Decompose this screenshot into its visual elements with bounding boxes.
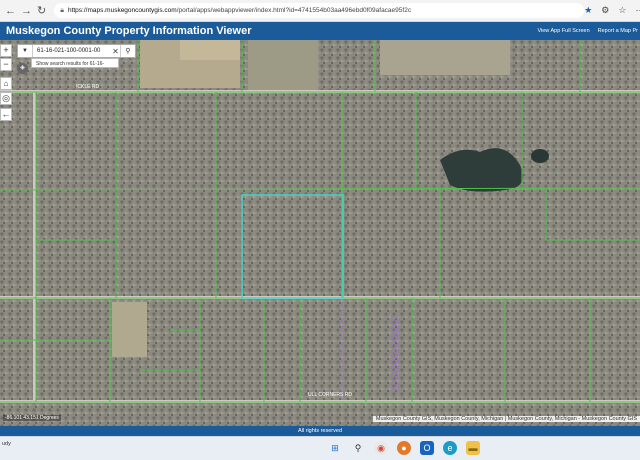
back-icon[interactable]: ← (5, 5, 16, 17)
back-extent-button[interactable]: ← (0, 108, 12, 121)
coordinate-readout: -86.101 43.151 Degrees (3, 415, 61, 421)
view-full-screen-link[interactable]: View App Full Screen (537, 28, 589, 34)
lock-icon[interactable]: 🔒︎ (60, 7, 64, 15)
file-explorer-icon[interactable]: ▬ (466, 441, 480, 455)
aerial-imagery (0, 40, 640, 426)
home-button[interactable]: ⌂ (0, 77, 12, 90)
weather-widget[interactable]: udy (2, 441, 11, 448)
road-label-south: ULL CORNERS RD (308, 392, 352, 398)
chrome-icon[interactable]: ◉ (374, 441, 388, 455)
extensions-icon[interactable]: ⚙ (601, 5, 609, 16)
field-clearing (112, 302, 147, 357)
reload-icon[interactable]: ↻ (37, 5, 46, 17)
report-map-problem-link[interactable]: Report a Map Pr (598, 28, 638, 34)
favorites-icon[interactable]: ☆ (618, 5, 626, 16)
url-host: https://maps.muskegoncountygis.com (67, 7, 177, 14)
map-view[interactable]: ICKLE RD ULL CORNERS RD (0, 40, 640, 426)
hatched-parcel (339, 300, 343, 400)
forward-icon[interactable]: → (21, 5, 32, 17)
app-title: Muskegon County Property Information Vie… (6, 25, 252, 37)
clear-search-icon[interactable]: ✕ (111, 47, 120, 56)
star-icon[interactable]: ★ (584, 5, 592, 16)
browser-address-bar: ← → ↻ 🔒︎ https://maps.muskegoncountygis.… (0, 0, 640, 22)
field-orchard (248, 40, 318, 90)
search-suggestion[interactable]: Show search results for 61-16- (31, 58, 119, 68)
zoom-out-button[interactable]: − (0, 58, 12, 71)
zoom-in-button[interactable]: + (0, 44, 12, 57)
search-source-dropdown[interactable]: ▼ (18, 45, 33, 57)
url-field[interactable]: 🔒︎ https://maps.muskegoncountygis.com /p… (54, 3, 585, 18)
road-label-north: ICKLE RD (76, 84, 100, 90)
edge-icon[interactable]: e (443, 441, 457, 455)
locate-button[interactable]: ◎ (0, 92, 12, 105)
hatched-parcel (391, 316, 399, 391)
outlook-icon[interactable]: O (420, 441, 434, 455)
taskbar: udy ⊞ ⚲ ◉ ● O e ▬ (0, 436, 640, 460)
field-clearing (180, 40, 240, 60)
search-input[interactable]: 61-16-021-100-0001-00 (33, 48, 111, 54)
field-clearing (380, 40, 510, 75)
more-icon[interactable]: ⋯ (635, 5, 640, 16)
basemap-gallery-icon[interactable]: ◈ (17, 63, 28, 74)
parcel-search[interactable]: ▼ 61-16-021-100-0001-00 ✕ ⚲ (17, 44, 136, 58)
windows-start-icon[interactable]: ⊞ (328, 441, 342, 455)
wetland-pond (440, 148, 523, 192)
search-icon[interactable]: ⚲ (120, 45, 135, 57)
url-path: /portal/apps/webappviewer/index.html?id=… (176, 7, 412, 14)
pond (531, 149, 549, 163)
footer: All rights reserved (0, 426, 640, 436)
firefox-icon[interactable]: ● (397, 441, 411, 455)
search-icon[interactable]: ⚲ (351, 441, 365, 455)
map-attribution: Muskegon County GIS, Muskegon County, Mi… (372, 416, 640, 422)
app-header: Muskegon County Property Information Vie… (0, 22, 640, 40)
